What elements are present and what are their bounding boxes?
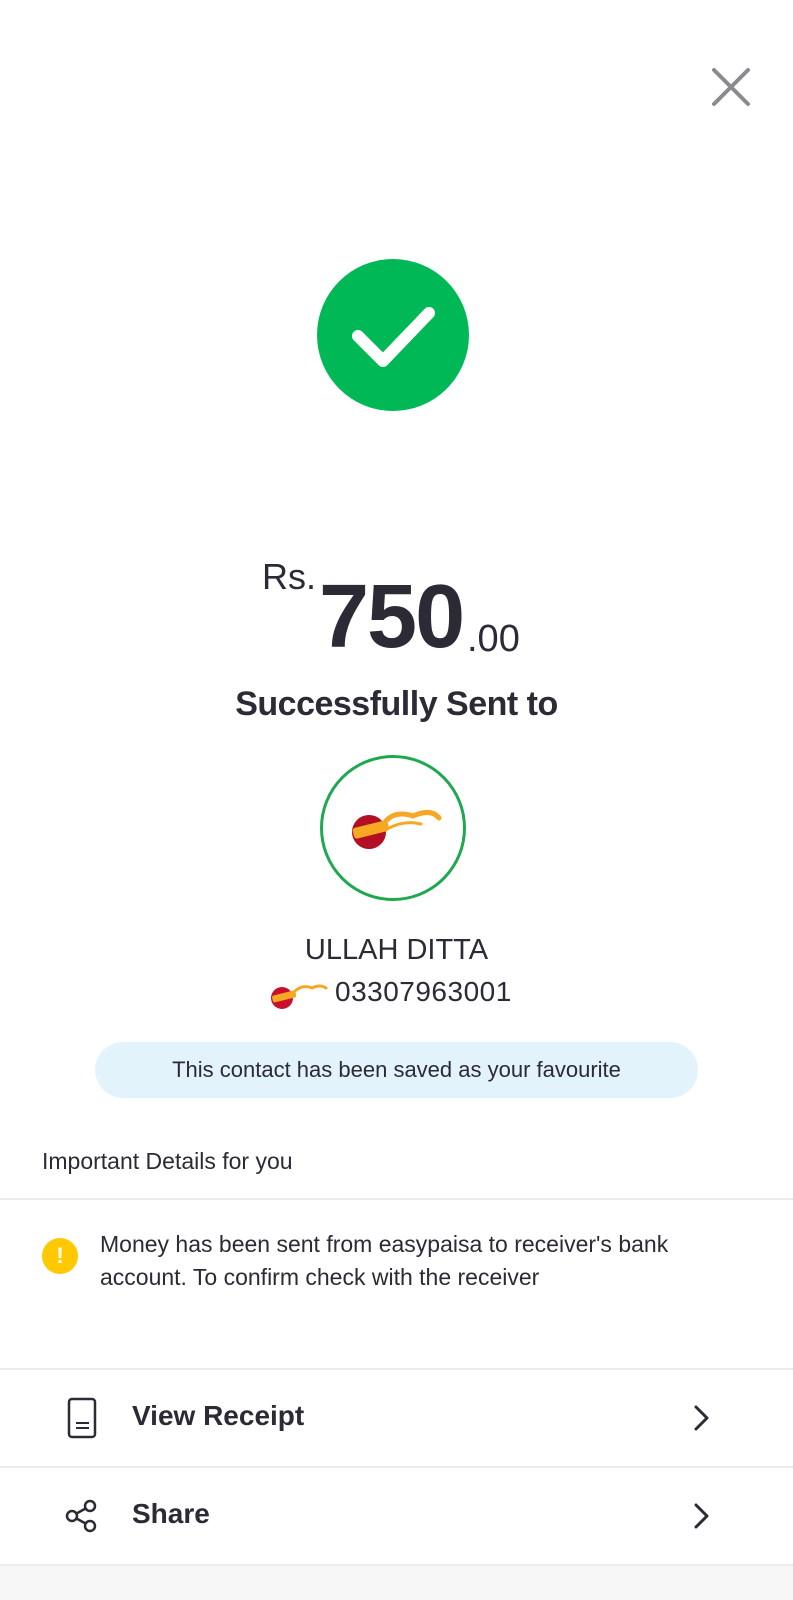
checkmark-icon — [352, 307, 435, 367]
close-icon[interactable] — [710, 66, 752, 108]
transaction-success-screen: Rs. 750 .00 Successfully Sent to ULLAH D… — [0, 0, 793, 1600]
amount-currency: Rs. — [262, 556, 316, 597]
receipt-icon — [67, 1397, 97, 1439]
important-notice: ! Money has been sent from easypaisa to … — [0, 1228, 793, 1308]
recipient-avatar — [320, 755, 466, 901]
jazzcash-logo — [352, 810, 442, 849]
close-button[interactable] — [710, 66, 752, 108]
favourite-saved-banner: This contact has been saved as your favo… — [95, 1042, 698, 1098]
success-message: Successfully Sent to — [235, 685, 558, 723]
warning-icon: ! — [42, 1238, 78, 1274]
share-button[interactable]: Share — [0, 1468, 793, 1564]
success-status-circle — [317, 259, 469, 411]
notice-text: Money has been sent from easypaisa to re… — [100, 1231, 669, 1290]
jazzcash-logo-small — [271, 984, 328, 1009]
chevron-right-icon — [694, 1503, 709, 1529]
share-label: Share — [132, 1498, 210, 1529]
important-details-heading: Important Details for you — [42, 1148, 293, 1174]
bottom-area — [0, 1566, 793, 1600]
chevron-right-icon — [694, 1405, 709, 1431]
view-receipt-label: View Receipt — [132, 1400, 305, 1431]
recipient-account: 03307963001 — [0, 976, 793, 1012]
transfer-amount: Rs. 750 .00 — [0, 556, 793, 666]
recipient-name: ULLAH DITTA — [304, 934, 489, 966]
amount-whole: 750 — [319, 567, 465, 667]
share-icon — [65, 1499, 97, 1533]
divider — [0, 1198, 793, 1200]
recipient-number: 03307963001 — [335, 976, 512, 1007]
amount-decimal: .00 — [467, 618, 520, 660]
view-receipt-button[interactable]: View Receipt — [0, 1370, 793, 1466]
